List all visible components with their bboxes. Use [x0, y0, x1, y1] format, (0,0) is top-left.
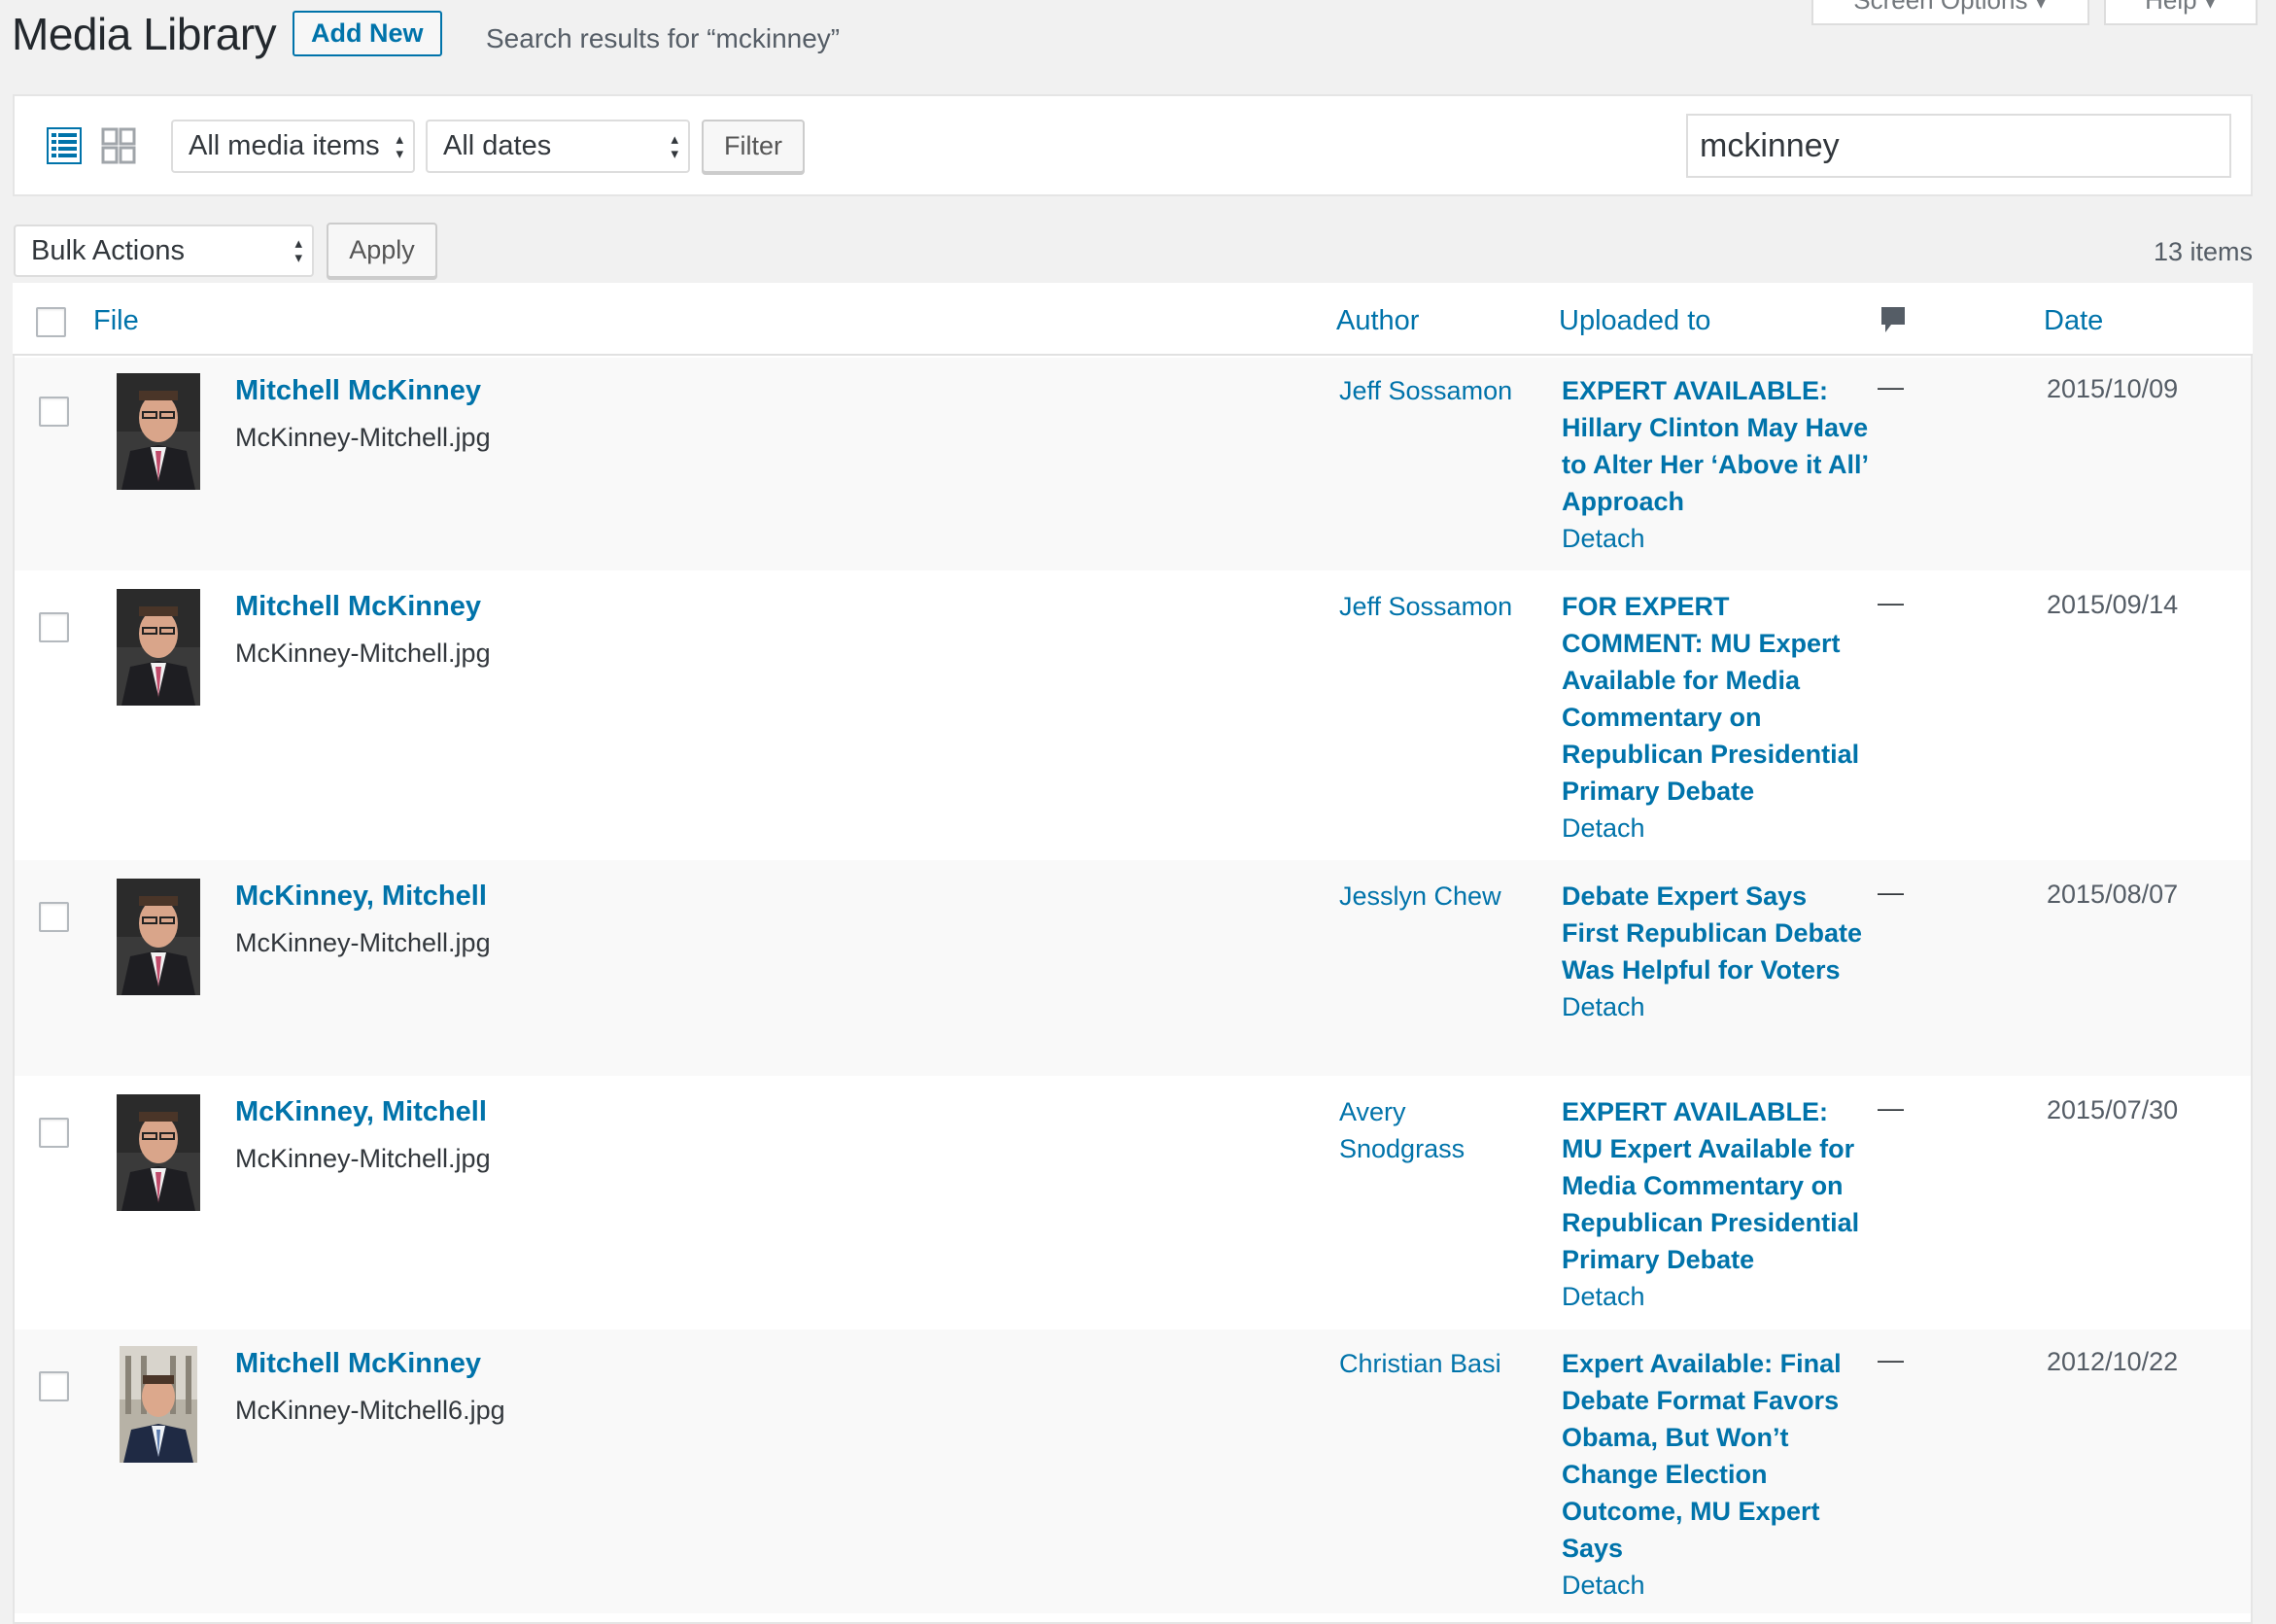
row-checkbox[interactable]	[39, 902, 69, 932]
comment-count: —	[1878, 878, 1904, 907]
thumbnail-image[interactable]	[120, 1346, 197, 1463]
uploaded-to: Debate Expert Says First Republican Deba…	[1562, 878, 1863, 1025]
row-checkbox[interactable]	[39, 1118, 69, 1148]
date-filter-select[interactable]: All dates ▴ ▾	[426, 120, 690, 173]
comment-count: —	[1878, 1345, 1904, 1374]
media-title-link[interactable]: Mitchell McKinney	[235, 591, 481, 623]
table-header	[13, 283, 2253, 356]
parent-post-link[interactable]: Debate Expert Says First Republican Deba…	[1562, 878, 1863, 988]
column-author[interactable]: Author	[1336, 305, 1419, 337]
search-input[interactable]: mckinney	[1686, 114, 2231, 178]
author-link[interactable]: Avery Snodgrass	[1339, 1093, 1485, 1167]
media-title-link[interactable]: McKinney, Mitchell	[235, 1096, 487, 1128]
parent-post-link[interactable]: FOR EXPERT COMMENT: MU Expert Available …	[1562, 588, 1873, 810]
detach-link[interactable]: Detach	[1562, 810, 1873, 847]
upload-date: 2015/09/14	[2047, 590, 2179, 619]
bulk-actions-value: Bulk Actions	[31, 234, 185, 266]
media-type-select[interactable]: All media items ▴ ▾	[171, 120, 415, 173]
screen-options-button[interactable]: Screen Options ▾	[1811, 0, 2089, 25]
media-title-link[interactable]: McKinney, Mitchell	[235, 881, 487, 913]
media-type-value: All media items	[189, 130, 380, 161]
upload-date: 2015/10/09	[2047, 374, 2179, 403]
comment-count: —	[1878, 1093, 1904, 1123]
help-button[interactable]: Help ▾	[2104, 0, 2258, 25]
media-filename: McKinney-Mitchell.jpg	[235, 639, 491, 668]
detach-link[interactable]: Detach	[1562, 520, 1873, 557]
upload-date: 2012/10/22	[2047, 1347, 2179, 1376]
row-checkbox[interactable]	[39, 1371, 69, 1401]
author-link[interactable]: Jesslyn Chew	[1339, 878, 1534, 915]
media-filename: McKinney-Mitchell6.jpg	[235, 1396, 505, 1425]
select-all-checkbox[interactable]	[36, 307, 66, 337]
media-filename: McKinney-Mitchell.jpg	[235, 1144, 491, 1173]
upload-date: 2015/07/30	[2047, 1095, 2179, 1124]
media-filename: McKinney-Mitchell.jpg	[235, 928, 491, 957]
list-view-icon[interactable]	[47, 127, 82, 164]
thumbnail-image[interactable]	[117, 879, 200, 995]
select-arrows-icon: ▴ ▾	[396, 130, 403, 162]
page-title: Media Library	[12, 9, 277, 59]
media-filename: McKinney-Mitchell.jpg	[235, 423, 491, 452]
uploaded-to: Expert Available: Final Debate Format Fa…	[1562, 1345, 1853, 1604]
add-new-button[interactable]: Add New	[293, 11, 442, 56]
media-title-link[interactable]: Mitchell McKinney	[235, 1348, 481, 1380]
uploaded-to: FOR EXPERT COMMENT: MU Expert Available …	[1562, 588, 1873, 847]
items-count: 13 items	[2154, 237, 2254, 266]
filter-button[interactable]: Filter	[702, 120, 805, 173]
date-filter-value: All dates	[443, 130, 552, 161]
author-link[interactable]: Christian Basi	[1339, 1345, 1534, 1382]
row-checkbox[interactable]	[39, 612, 69, 642]
thumbnail-image[interactable]	[117, 373, 200, 490]
author-link[interactable]: Jeff Sossamon	[1339, 588, 1534, 625]
media-title-link[interactable]: Mitchell McKinney	[235, 375, 481, 407]
detach-link[interactable]: Detach	[1562, 1278, 1873, 1315]
parent-post-link[interactable]: EXPERT AVAILABLE: Hillary Clinton May Ha…	[1562, 372, 1873, 520]
search-results-subtitle: Search results for “mckinney”	[486, 23, 841, 53]
column-uploaded-to[interactable]: Uploaded to	[1559, 305, 1710, 337]
detach-link[interactable]: Detach	[1562, 988, 1863, 1025]
thumbnail-image[interactable]	[117, 589, 200, 706]
bulk-actions-select[interactable]: Bulk Actions ▴ ▾	[14, 225, 314, 277]
column-date[interactable]: Date	[2044, 305, 2103, 337]
parent-post-link[interactable]: EXPERT AVAILABLE: MU Expert Available fo…	[1562, 1093, 1873, 1278]
apply-button[interactable]: Apply	[327, 223, 437, 278]
row-checkbox[interactable]	[39, 397, 69, 427]
thumbnail-image[interactable]	[117, 1094, 200, 1211]
comment-bubble-icon[interactable]	[1879, 305, 1907, 338]
select-arrows-icon: ▴ ▾	[671, 130, 678, 162]
grid-view-icon[interactable]	[101, 127, 136, 164]
author-link[interactable]: Jeff Sossamon	[1339, 372, 1534, 409]
detach-link[interactable]: Detach	[1562, 1567, 1853, 1604]
select-arrows-icon: ▴ ▾	[294, 235, 302, 266]
upload-date: 2015/08/07	[2047, 880, 2179, 909]
parent-post-link[interactable]: Expert Available: Final Debate Format Fa…	[1562, 1345, 1853, 1567]
uploaded-to: EXPERT AVAILABLE: Hillary Clinton May Ha…	[1562, 372, 1873, 557]
uploaded-to: EXPERT AVAILABLE: MU Expert Available fo…	[1562, 1093, 1873, 1315]
column-file[interactable]: File	[93, 305, 139, 337]
comment-count: —	[1878, 588, 1904, 617]
comment-count: —	[1878, 372, 1904, 401]
